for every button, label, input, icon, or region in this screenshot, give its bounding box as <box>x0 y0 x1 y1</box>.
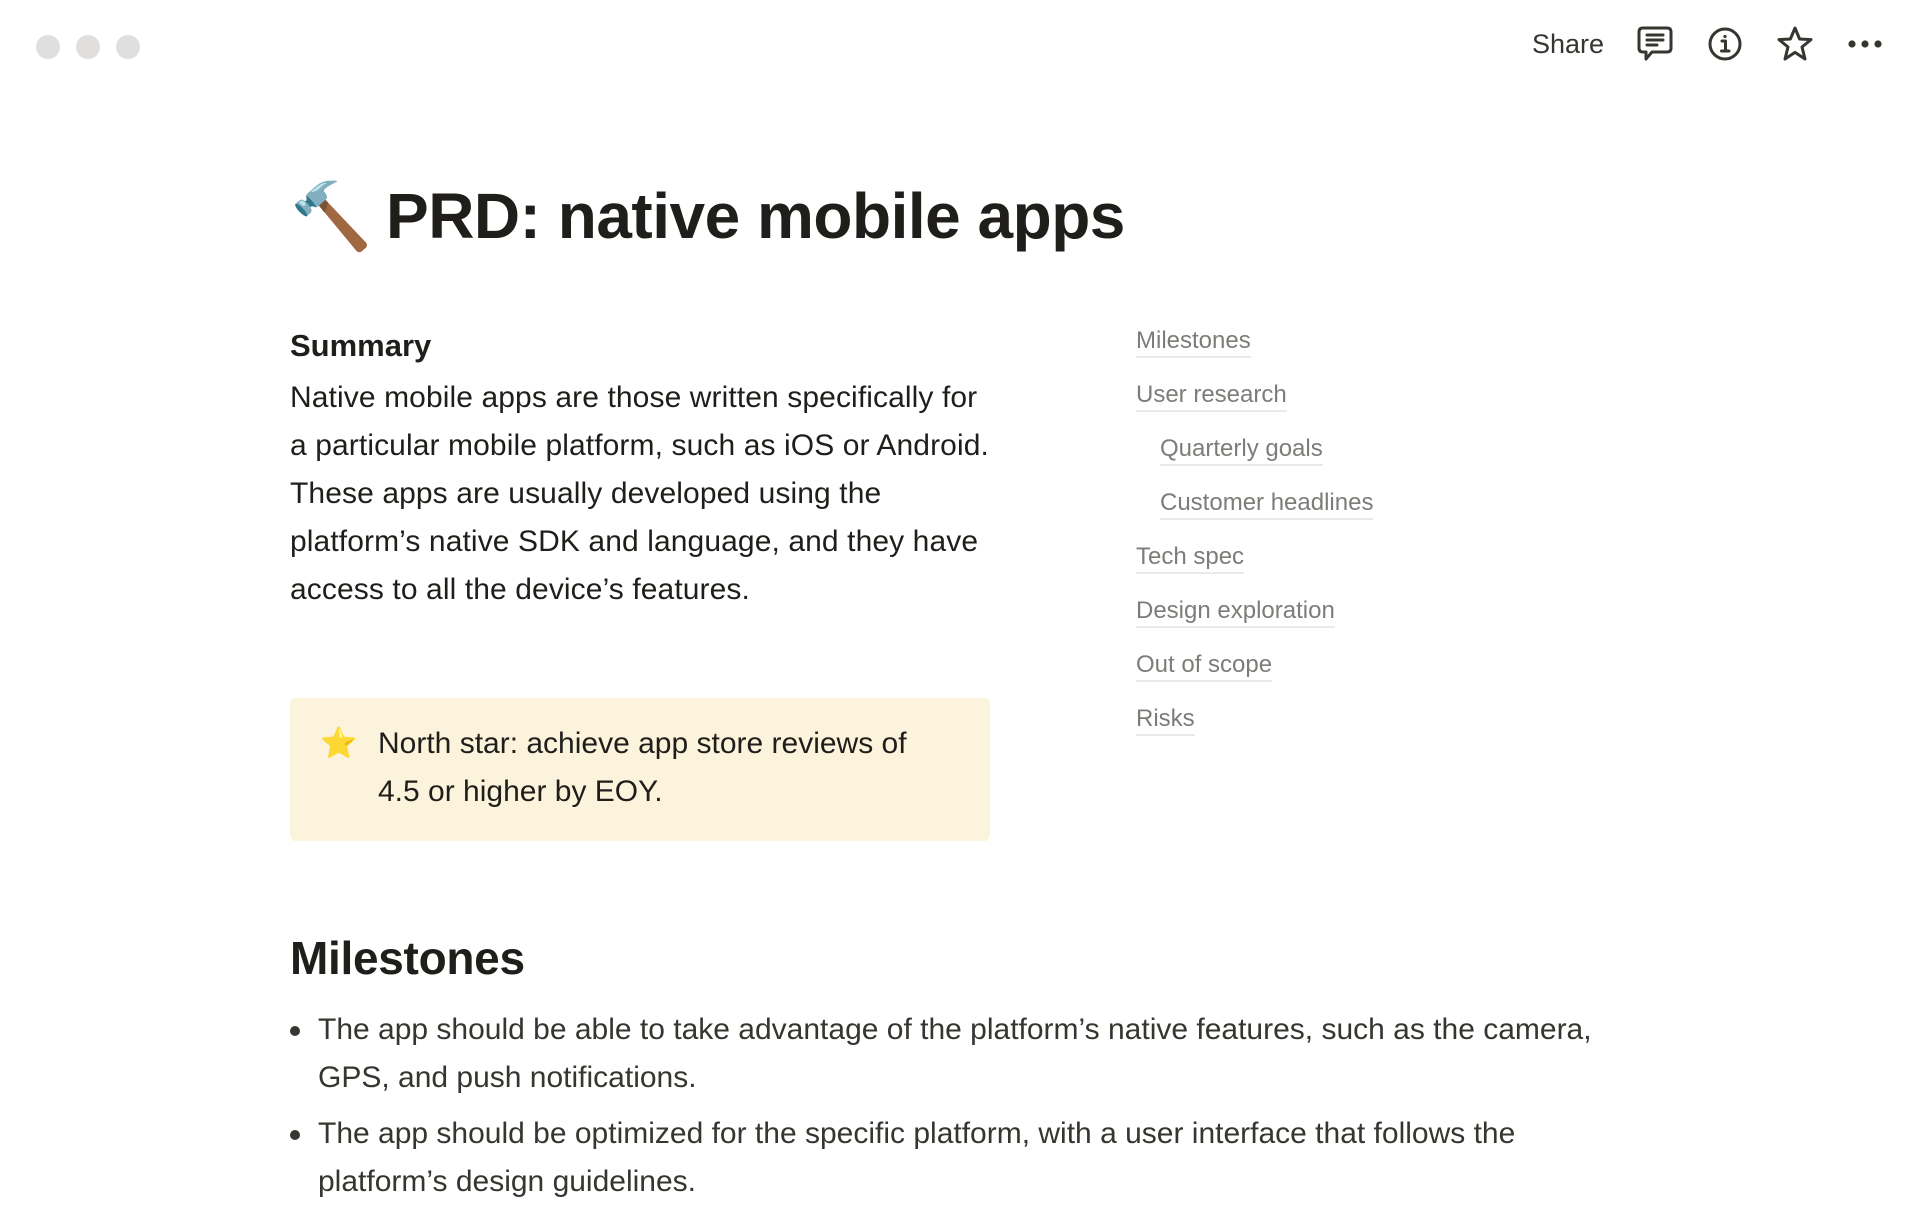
toc-item-user-research[interactable]: User research <box>1136 378 1373 432</box>
toc-link[interactable]: Design exploration <box>1136 597 1335 628</box>
bullet-icon <box>290 1026 300 1036</box>
info-icon[interactable] <box>1706 25 1744 63</box>
list-item: The app should be optimized for the spec… <box>290 1110 1630 1206</box>
summary-text: Native mobile apps are those written spe… <box>290 381 989 606</box>
toc-item-milestones[interactable]: Milestones <box>1136 324 1373 378</box>
milestones-heading: Milestones <box>290 932 525 984</box>
table-of-contents: Milestones User research Quarterly goals… <box>1136 324 1374 756</box>
minimize-window-button[interactable] <box>76 35 100 59</box>
toc-link[interactable]: Out of scope <box>1136 651 1273 682</box>
summary-heading: Summary <box>290 328 432 363</box>
toc-item-design-exploration[interactable]: Design exploration <box>1136 594 1373 648</box>
toc-item-quarterly-goals[interactable]: Quarterly goals <box>1136 432 1373 486</box>
bullet-icon <box>290 1130 300 1140</box>
top-bar: Share <box>1532 22 1884 66</box>
page-header: 🔨 PRD: native mobile apps <box>290 176 1125 256</box>
toc-link[interactable]: Risks <box>1136 705 1195 736</box>
zoom-window-button[interactable] <box>116 35 140 59</box>
toc-link[interactable]: Quarterly goals <box>1160 435 1323 466</box>
summary-section: Summary Native mobile apps are those wri… <box>290 324 990 614</box>
north-star-callout: ⭐ North star: achieve app store reviews … <box>290 698 990 841</box>
toc-link[interactable]: Tech spec <box>1136 543 1245 574</box>
close-window-button[interactable] <box>36 35 60 59</box>
toc-link[interactable]: Customer headlines <box>1160 489 1374 520</box>
more-options-icon[interactable] <box>1846 25 1884 63</box>
callout-text: North star: achieve app store reviews of… <box>378 727 907 808</box>
list-item-text: The app should be able to take advantage… <box>318 1013 1592 1094</box>
list-item: The app should be able to take advantage… <box>290 1006 1630 1102</box>
toc-link[interactable]: Milestones <box>1136 327 1251 358</box>
page-title[interactable]: PRD: native mobile apps <box>386 176 1125 256</box>
toc-link[interactable]: User research <box>1136 381 1287 412</box>
toc-item-customer-headlines[interactable]: Customer headlines <box>1136 486 1374 540</box>
list-item-text: The app should be optimized for the spec… <box>318 1117 1516 1198</box>
toc-item-tech-spec[interactable]: Tech spec <box>1136 540 1373 594</box>
toc-item-out-of-scope[interactable]: Out of scope <box>1136 648 1373 702</box>
hammer-icon[interactable]: 🔨 <box>290 176 386 256</box>
toc-item-risks[interactable]: Risks <box>1136 702 1373 756</box>
comment-icon[interactable] <box>1636 25 1674 63</box>
milestones-list: The app should be able to take advantage… <box>290 1006 1630 1214</box>
share-button[interactable]: Share <box>1532 29 1604 60</box>
window-controls <box>36 35 140 59</box>
favorite-star-icon[interactable] <box>1776 25 1814 63</box>
star-emoji-icon: ⭐ <box>320 727 358 760</box>
